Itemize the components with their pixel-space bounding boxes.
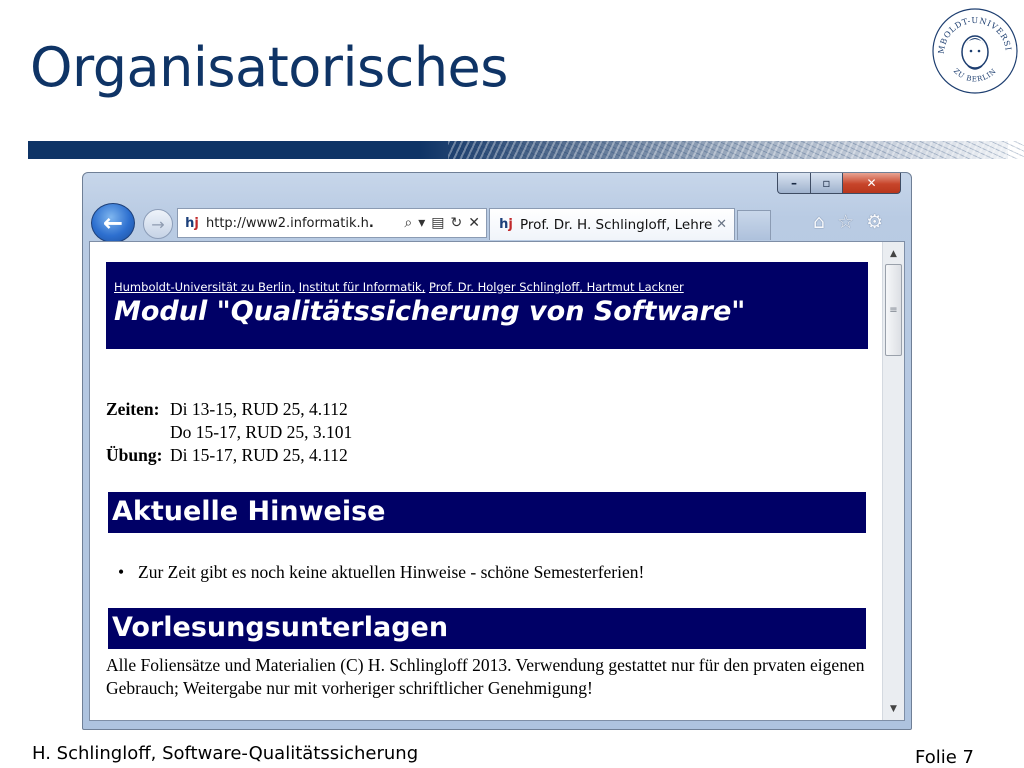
- tab-active[interactable]: hj Prof. Dr. H. Schlingloff, Lehre ✕: [489, 208, 735, 240]
- refresh-icon[interactable]: ↻: [451, 215, 463, 231]
- tab-close-icon[interactable]: ✕: [716, 217, 727, 232]
- web-page: Humboldt-Universität zu Berlin, Institut…: [90, 242, 882, 720]
- stop-icon[interactable]: ✕: [468, 215, 480, 231]
- breadcrumb-link-institute[interactable]: Institut für Informatik,: [299, 280, 426, 294]
- back-icon: ←: [102, 209, 124, 237]
- browser-window: – ▫ ✕ ← → hj http://www2.informatik.h. ⌕…: [82, 172, 912, 730]
- list-item: Zur Zeit gibt es noch keine aktuellen Hi…: [118, 562, 644, 583]
- forward-icon: →: [151, 214, 165, 234]
- schedule-value: Di 15-17, RUD 25, 4.112: [170, 445, 348, 465]
- slide-number: Folie 7: [915, 747, 974, 768]
- vertical-scrollbar[interactable]: ▲ ≡ ▼: [882, 242, 904, 720]
- materials-notice: Alle Foliensätze und Materialien (C) H. …: [106, 655, 865, 698]
- search-icon[interactable]: ⌕: [404, 215, 412, 231]
- address-bar[interactable]: hj http://www2.informatik.h. ⌕ ▾ ▤ ↻ ✕: [177, 208, 487, 238]
- title-divider: [28, 141, 1024, 159]
- schedule-row: Do 15-17, RUD 25, 3.101: [106, 421, 352, 444]
- section-heading-materials: Vorlesungsunterlagen: [108, 608, 866, 649]
- page-banner: Humboldt-Universität zu Berlin, Institut…: [106, 262, 868, 349]
- breadcrumb-link-authors[interactable]: Prof. Dr. Holger Schlingloff, Hartmut La…: [429, 280, 684, 294]
- window-controls: – ▫ ✕: [777, 173, 903, 194]
- compat-icon[interactable]: ▤: [431, 215, 444, 231]
- navigation-bar: ← → hj http://www2.informatik.h. ⌕ ▾ ▤ ↻…: [91, 201, 905, 243]
- tab-favicon-icon: hj: [499, 217, 513, 232]
- schedule-row: Übung: Di 15-17, RUD 25, 4.112: [106, 444, 352, 467]
- new-tab-button[interactable]: [737, 210, 771, 240]
- dropdown-icon[interactable]: ▾: [418, 215, 425, 231]
- page-viewport: Humboldt-Universität zu Berlin, Institut…: [89, 241, 905, 721]
- site-favicon-icon: hj: [185, 215, 199, 231]
- tab-title: Prof. Dr. H. Schlingloff, Lehre: [520, 216, 713, 233]
- breadcrumb-link-university[interactable]: Humboldt-Universität zu Berlin,: [114, 280, 295, 294]
- settings-icon[interactable]: ⚙: [866, 211, 883, 233]
- breadcrumb: Humboldt-Universität zu Berlin, Institut…: [114, 280, 868, 294]
- slide-title: Organisatorisches: [30, 36, 508, 99]
- close-button[interactable]: ✕: [843, 173, 901, 194]
- scroll-up-icon[interactable]: ▲: [885, 245, 902, 262]
- schedule-label: Zeiten:: [106, 399, 160, 419]
- seal-text-top: HUMBOLDT-UNIVERSITÄT: [930, 6, 1012, 54]
- slide-footer-author: H. Schlingloff, Software-Qualitätssicher…: [32, 743, 419, 764]
- schedule-value: Di 13-15, RUD 25, 4.112: [170, 399, 348, 419]
- maximize-button[interactable]: ▫: [811, 173, 843, 194]
- module-title: Modul "Qualitätssicherung von Software": [114, 296, 746, 327]
- minimize-button[interactable]: –: [777, 173, 811, 194]
- forward-button[interactable]: →: [143, 209, 173, 239]
- section-heading-hints: Aktuelle Hinweise: [108, 492, 866, 533]
- schedule-value: Do 15-17, RUD 25, 3.101: [170, 422, 353, 442]
- favorites-icon[interactable]: ☆: [837, 211, 854, 233]
- svg-text:HUMBOLDT-UNIVERSITÄT: HUMBOLDT-UNIVERSITÄT: [930, 6, 1013, 54]
- back-button[interactable]: ←: [91, 203, 135, 243]
- schedule-label: Übung:: [106, 445, 163, 465]
- schedule-row: Zeiten: Di 13-15, RUD 25, 4.112: [106, 398, 352, 421]
- university-seal-icon: HUMBOLDT-UNIVERSITÄT ZU BERLIN: [930, 6, 1018, 94]
- scroll-thumb[interactable]: ≡: [885, 264, 902, 356]
- schedule: Zeiten: Di 13-15, RUD 25, 4.112 Do 15-17…: [106, 398, 352, 467]
- schedule-label: [106, 421, 170, 444]
- scroll-down-icon[interactable]: ▼: [885, 700, 902, 717]
- address-text: http://www2.informatik.h: [206, 215, 369, 231]
- home-icon[interactable]: ⌂: [813, 211, 825, 233]
- address-suffix: .: [368, 215, 374, 231]
